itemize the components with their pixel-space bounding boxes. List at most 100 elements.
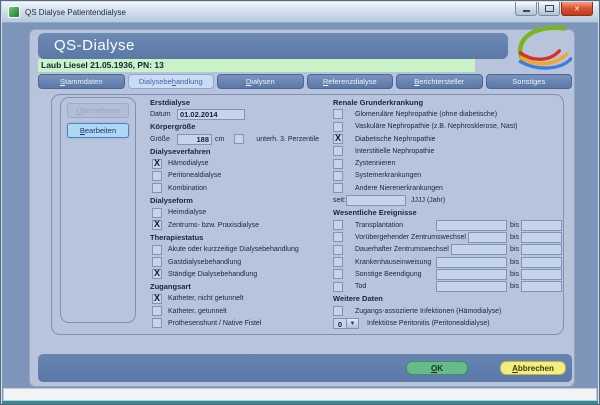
von-field[interactable]: [450, 244, 508, 256]
ereignis-row-krankenhauseinweisung: Krankenhauseinweisung bis: [333, 256, 562, 268]
minimize-button[interactable]: [515, 2, 537, 16]
peritonitis-value: 0: [333, 317, 347, 329]
tod-checkbox[interactable]: [333, 281, 343, 292]
zentrumsdialyse-checkbox[interactable]: [152, 219, 162, 231]
checkbox-row: Interstitielle Nephropathie: [333, 145, 562, 157]
voruebergehender-zentrumswechsel-checkbox[interactable]: [333, 232, 343, 243]
bis-field[interactable]: [521, 268, 562, 280]
peritonealdialyse-checkbox[interactable]: [152, 170, 162, 181]
ereignis-row-transplantation: Transplantation bis: [333, 219, 562, 231]
haemodialyse-checkbox[interactable]: [152, 158, 162, 169]
minimize-icon: [522, 9, 530, 12]
section-dialyseverfahren: Dialyseverfahren: [150, 146, 211, 156]
perzentile-label: unterh. 3. Perzentile: [256, 135, 319, 143]
checkbox-row: Systemerkrankungen: [333, 170, 562, 182]
bis-field[interactable]: [521, 256, 562, 268]
chevron-down-icon[interactable]: ▼: [347, 317, 359, 329]
tab-dialysebehandlung[interactable]: Dialysebehandlung: [127, 74, 214, 89]
vaskulaere-checkbox[interactable]: [333, 121, 343, 132]
perzentile-checkbox[interactable]: [234, 134, 245, 145]
tab-stammdaten[interactable]: Stammdaten: [38, 74, 125, 89]
bottom-accent-line: [2, 401, 598, 404]
tab-sonstiges[interactable]: Sonstiges: [485, 74, 572, 89]
app-icon: [8, 6, 20, 18]
logo-swoosh: [518, 25, 572, 70]
section-wesentliche-ereignisse: Wesentliche Ereignisse: [333, 208, 417, 218]
groesse-field[interactable]: [177, 133, 212, 145]
checkbox-row: Gastdialysebehandlung: [150, 256, 328, 268]
von-field[interactable]: [436, 219, 508, 231]
von-field[interactable]: [436, 268, 508, 280]
tab-berichtersteller[interactable]: Berichtersteller: [396, 74, 483, 89]
von-field[interactable]: [467, 231, 508, 243]
checkbox-row: Glomeruläre Nephropathie (ohne diabetisc…: [333, 108, 562, 120]
sonstige-beendigung-checkbox[interactable]: [333, 269, 343, 280]
krankenhauseinweisung-checkbox[interactable]: [333, 257, 343, 267]
groesse-row: Größe cm unterh. 3. Perzentile: [150, 133, 328, 145]
staendige-dialyse-checkbox[interactable]: [152, 268, 162, 280]
ok-button[interactable]: OK: [406, 361, 468, 375]
systemerkrankungen-checkbox[interactable]: [333, 170, 343, 181]
prothesenshunt-checkbox[interactable]: [152, 318, 162, 329]
uebernehmen-button[interactable]: Übernehmen: [67, 103, 129, 118]
checkbox-row: Akute oder kurzzeitige Dialysebehandlung: [150, 244, 328, 256]
checkbox-row: Kombination: [150, 182, 328, 194]
bis-field[interactable]: [521, 231, 562, 243]
action-button-frame: Übernehmen Bearbeiten: [60, 97, 136, 323]
window-title: QS Dialyse Patientendialyse: [25, 7, 126, 17]
section-zugangsart: Zugangsart: [150, 282, 191, 292]
window-controls: ✕: [514, 2, 593, 16]
seit-field[interactable]: [346, 195, 406, 207]
bis-field[interactable]: [521, 281, 562, 293]
section-erstdialyse: Erstdialyse: [150, 97, 191, 107]
zugangs-infektionen-checkbox[interactable]: [333, 306, 343, 317]
section-dialyseform: Dialyseform: [150, 196, 193, 206]
dauerhafter-zentrumswechsel-checkbox[interactable]: [333, 244, 343, 255]
akute-dialyse-checkbox[interactable]: [152, 244, 162, 255]
ereignis-row-sonstige-beendigung: Sonstige Beendigung bis: [333, 268, 562, 280]
tab-referenzdialyse[interactable]: Referenzdialyse: [306, 74, 393, 89]
bis-label: bis: [510, 270, 519, 278]
patient-info-bar: Laub Liesel 21.05.1936, PN: 13: [38, 59, 475, 72]
bis-label: bis: [510, 258, 519, 266]
section-renale-grunderkrankung: Renale Grunderkrankung: [333, 97, 424, 107]
kombination-checkbox[interactable]: [152, 183, 162, 194]
maximize-button[interactable]: [538, 2, 560, 16]
app-title: QS-Dialyse: [54, 37, 135, 54]
maximize-icon: [544, 5, 554, 12]
katheter-nicht-getunnelt-checkbox[interactable]: [152, 293, 162, 304]
datum-label: Datum: [150, 110, 171, 118]
peritonitis-dropdown[interactable]: 0 ▼: [333, 317, 359, 329]
form-column-left: Erstdialyse Datum Körpergröße Größe cm u…: [150, 96, 328, 330]
checkbox-row: Peritonealdialyse: [150, 170, 328, 182]
abbrechen-button[interactable]: Abbrechen: [500, 361, 566, 375]
bis-field[interactable]: [521, 219, 562, 231]
bearbeiten-button[interactable]: Bearbeiten: [67, 123, 129, 138]
glomerulaere-checkbox[interactable]: [333, 109, 343, 120]
checkbox-row: Hämodialyse: [150, 157, 328, 169]
von-field[interactable]: [436, 281, 508, 293]
datum-field[interactable]: [177, 108, 245, 120]
close-button[interactable]: ✕: [561, 2, 593, 16]
checkbox-row: Andere Nierenerkrankungen: [333, 182, 562, 194]
bis-field[interactable]: [521, 244, 562, 256]
von-field[interactable]: [436, 256, 508, 268]
transplantation-checkbox[interactable]: [333, 220, 343, 231]
heimdialyse-checkbox[interactable]: [152, 207, 162, 218]
titlebar[interactable]: QS Dialyse Patientendialyse ✕: [2, 2, 598, 23]
katheter-getunnelt-checkbox[interactable]: [152, 306, 162, 317]
groesse-label: Größe: [150, 135, 170, 143]
checkbox-row: Zystennieren: [333, 157, 562, 169]
diabetische-checkbox[interactable]: [333, 133, 343, 145]
datum-row: Datum: [150, 108, 328, 120]
checkbox-row: Katheter, nicht getunnelt: [150, 293, 328, 305]
checkbox-row: Zugangs-assoziierte Infektionen (Hämodia…: [333, 305, 562, 317]
seit-label: seit:: [333, 197, 346, 205]
andere-nierenerkrankungen-checkbox[interactable]: [333, 183, 343, 194]
tab-dialysen[interactable]: Dialysen: [217, 74, 304, 89]
app-header: QS-Dialyse: [38, 33, 508, 59]
gastdialyse-checkbox[interactable]: [152, 257, 162, 267]
zystennieren-checkbox[interactable]: [333, 158, 343, 169]
ereignis-row-dauerhafter-zentrumswechsel: Dauerhafter Zentrumswechsel bis: [333, 244, 562, 256]
interstitielle-checkbox[interactable]: [333, 146, 343, 157]
